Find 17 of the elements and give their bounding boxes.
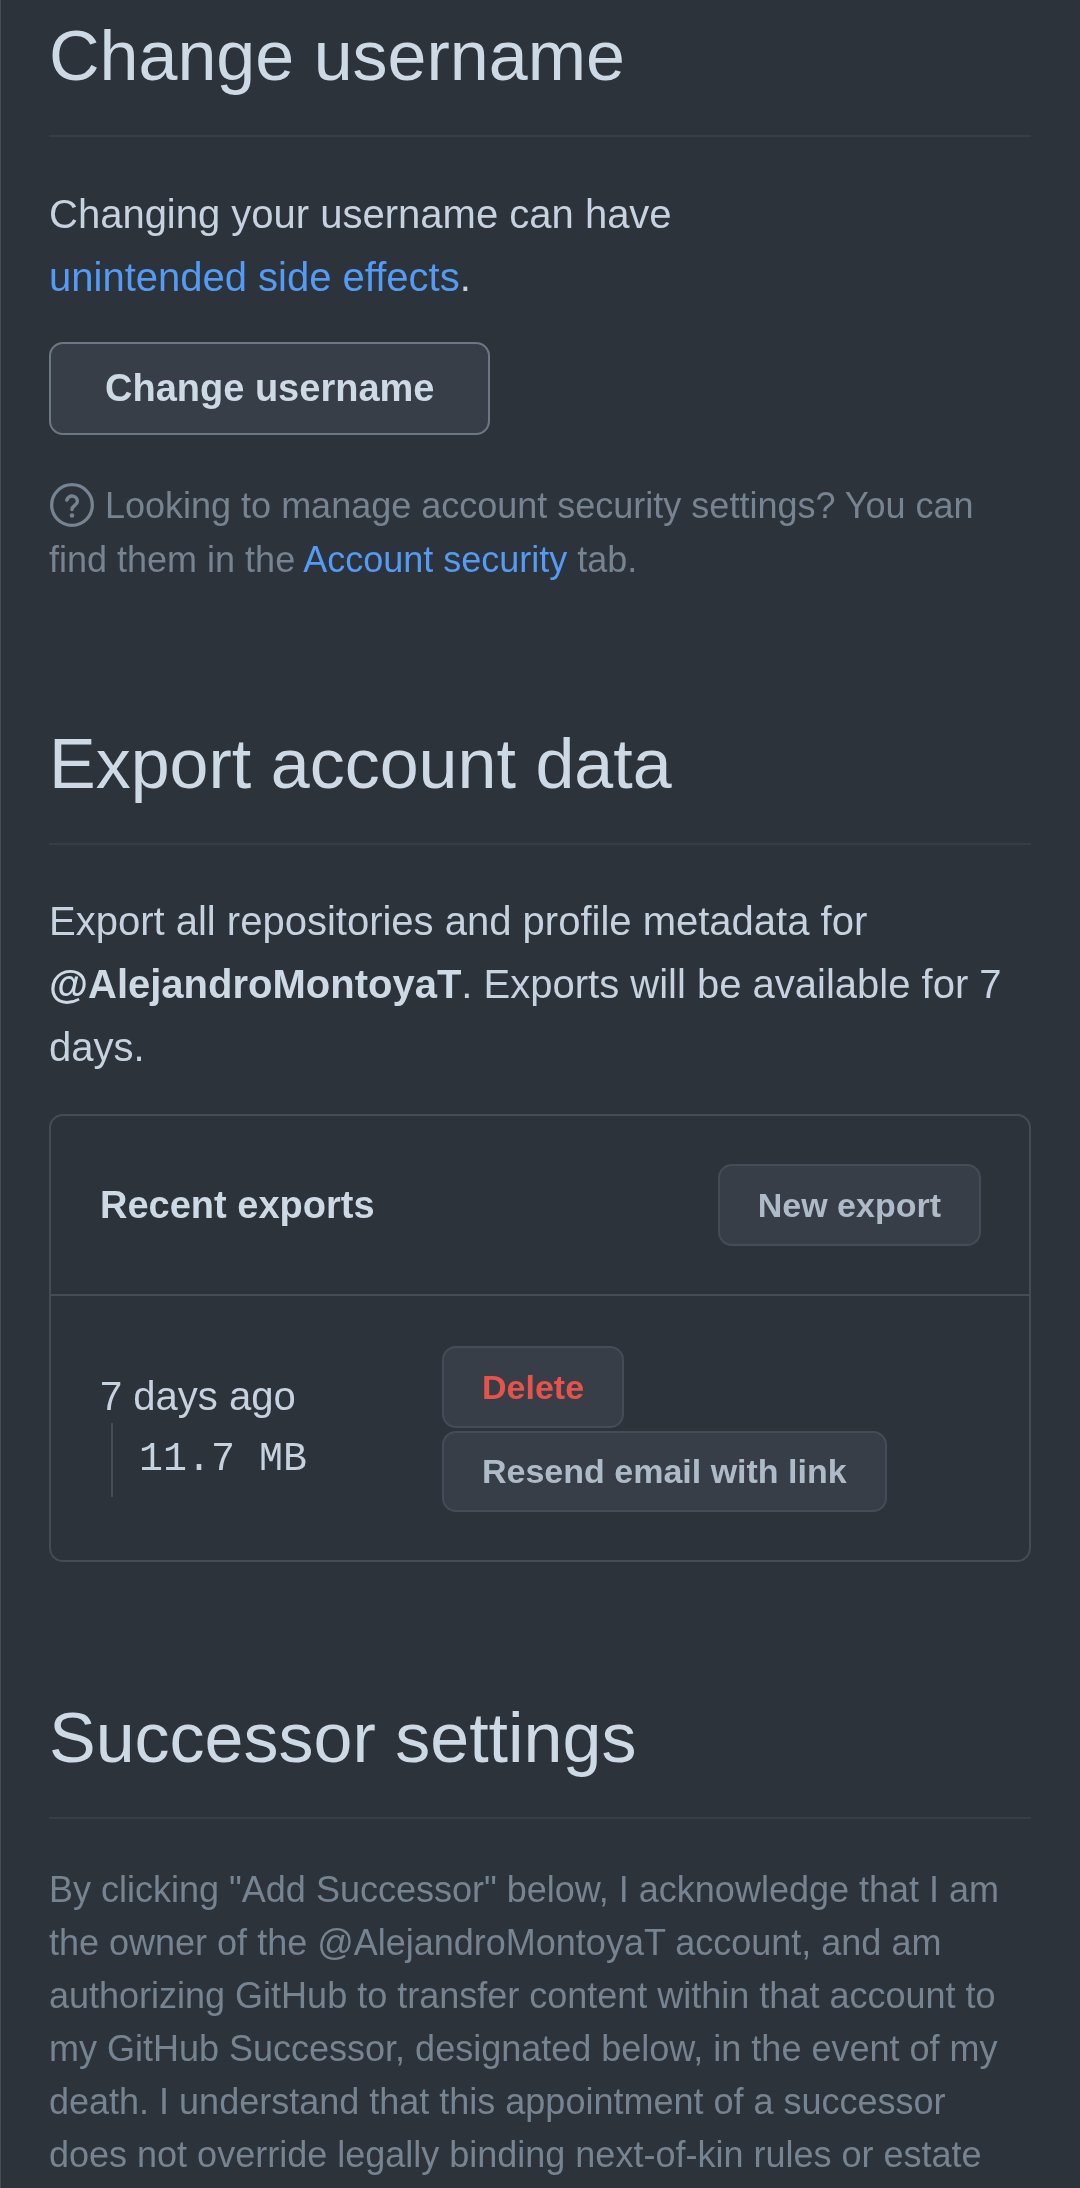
help-text: Looking to manage account security settings? You can find them in the Account security tab. <box>49 479 1031 587</box>
inline-link[interactable]: Account security <box>303 539 568 580</box>
new-export-button[interactable]: New export <box>717 1164 981 1246</box>
delete-button[interactable]: Delete <box>442 1346 625 1428</box>
inline-link[interactable]: unintended side effects <box>49 255 460 299</box>
help-icon <box>49 482 95 529</box>
resend-email-button[interactable]: Resend email with link <box>442 1431 887 1512</box>
notice-text: Changing your username can have unintended side effects. <box>49 191 673 301</box>
panel-title: Recent exports <box>100 1183 375 1227</box>
section-heading: Change username <box>49 16 625 97</box>
export-size-text: 11.7 MB <box>139 1436 308 1484</box>
change-username-button[interactable]: Change username <box>49 342 491 435</box>
description-text: By clicking "Add Successor" below, I acknowledge that I am the owner of the @AlejandroMontoyaT account, and am authorizing GitHub to transfer content within that account to my GitHub Successor, designated below, in the event of my death. I understand that this appointment of a successor does not override legally binding next-of-kin rules or estate <box>49 1868 1001 2177</box>
section-heading: Successor settings <box>49 1698 637 1779</box>
description-text: Export all repositories and profile metadata for @AlejandroMontoyaT. Exports will be available for 7 days. <box>49 898 1003 1071</box>
section-heading: Export account data <box>49 724 672 805</box>
export-age-text: 7 days ago <box>100 1373 296 1420</box>
